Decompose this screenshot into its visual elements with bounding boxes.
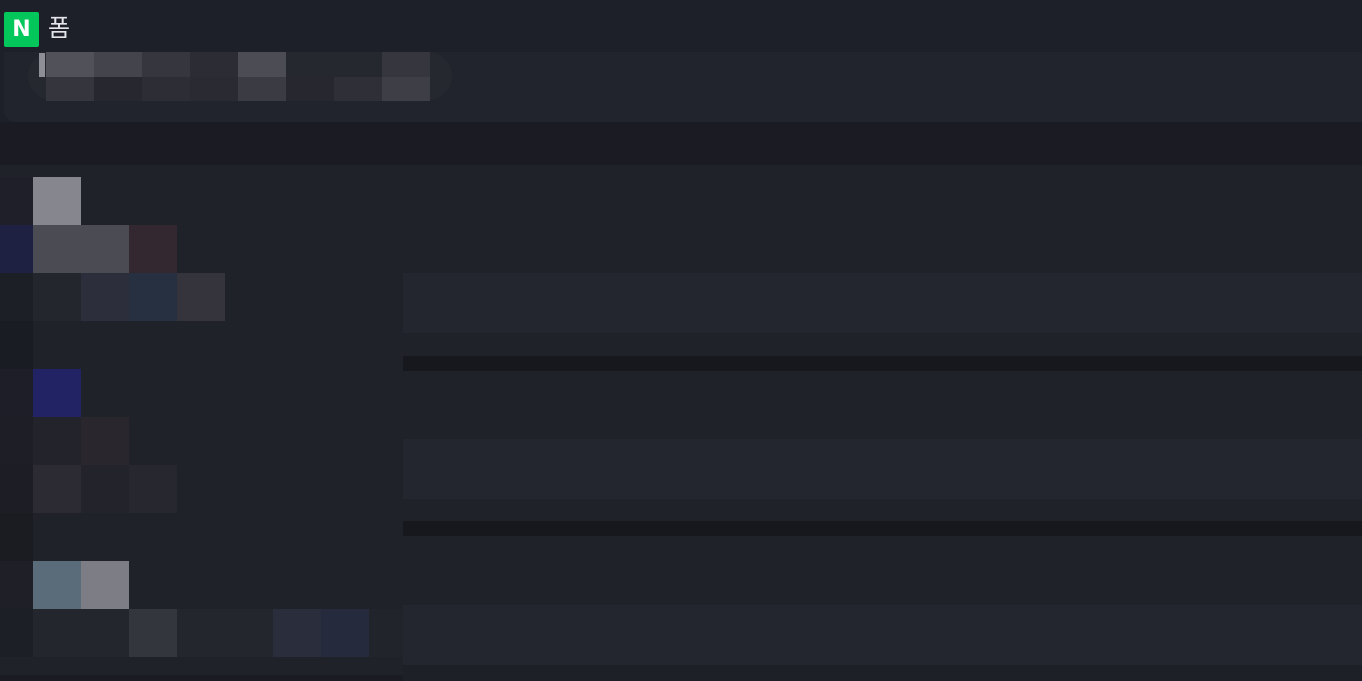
obscured-text-block — [286, 77, 334, 101]
obscured-text-block — [33, 273, 81, 321]
obscured-text-block — [0, 369, 33, 417]
list-item[interactable] — [403, 536, 1362, 605]
text-cursor — [39, 53, 45, 77]
obscured-text-block — [46, 52, 94, 77]
obscured-thumbnail — [33, 561, 81, 609]
obscured-thumbnail — [33, 369, 81, 417]
list-item[interactable] — [403, 165, 1362, 273]
obscured-text-block — [33, 225, 81, 273]
obscured-text-block — [129, 609, 177, 657]
obscured-text-block — [81, 417, 129, 465]
obscured-text-block — [81, 225, 129, 273]
obscured-thumbnail — [33, 177, 81, 225]
page-title: 폼 — [48, 14, 71, 42]
list-item[interactable] — [403, 439, 1362, 499]
obscured-thumbnail — [0, 561, 33, 609]
obscured-text-block — [382, 77, 430, 101]
obscured-text-block — [142, 77, 190, 101]
list-item[interactable] — [403, 605, 1362, 665]
list-item[interactable] — [403, 371, 1362, 439]
obscured-text-block — [0, 513, 33, 561]
obscured-text-block — [33, 465, 81, 513]
obscured-text-block — [238, 52, 286, 77]
obscured-text-block — [94, 52, 142, 77]
obscured-text-block — [177, 609, 273, 657]
obscured-text-block — [273, 609, 321, 657]
list-item[interactable] — [403, 273, 1362, 333]
page: N 폼 — [0, 0, 1362, 681]
list-item-footer — [403, 333, 1362, 356]
logo-letter: N — [12, 17, 31, 42]
obscured-text-block — [33, 609, 129, 657]
obscured-text-block — [0, 321, 33, 369]
obscured-text-block — [0, 609, 33, 657]
app-header: N 폼 — [0, 0, 1362, 56]
obscured-text-block — [0, 225, 33, 273]
obscured-text-block — [81, 465, 129, 513]
obscured-text-block — [190, 52, 238, 77]
naver-logo-icon[interactable]: N — [4, 12, 39, 47]
obscured-text-block — [321, 609, 369, 657]
obscured-text-block — [129, 273, 177, 321]
obscured-text-block — [238, 77, 286, 101]
obscured-text-block — [142, 52, 190, 77]
list-item-footer — [403, 499, 1362, 521]
obscured-text-block — [46, 77, 94, 101]
obscured-text-block — [0, 417, 33, 465]
obscured-text-block — [177, 273, 225, 321]
list-item-footer — [403, 665, 1362, 681]
obscured-text-block — [190, 77, 238, 101]
obscured-text-block — [33, 417, 81, 465]
obscured-thumbnail — [81, 561, 129, 609]
obscured-thumbnail — [0, 177, 33, 225]
obscured-text-block — [94, 77, 142, 101]
divider — [403, 521, 1362, 536]
obscured-text-block — [369, 609, 403, 657]
obscured-text-block — [0, 465, 33, 513]
obscured-text-block — [81, 273, 129, 321]
obscured-text-block — [129, 465, 177, 513]
obscured-text-block — [382, 52, 430, 77]
obscured-text-block — [129, 225, 177, 273]
obscured-text-block — [0, 273, 33, 321]
divider — [403, 356, 1362, 371]
obscured-text-block — [334, 77, 382, 101]
